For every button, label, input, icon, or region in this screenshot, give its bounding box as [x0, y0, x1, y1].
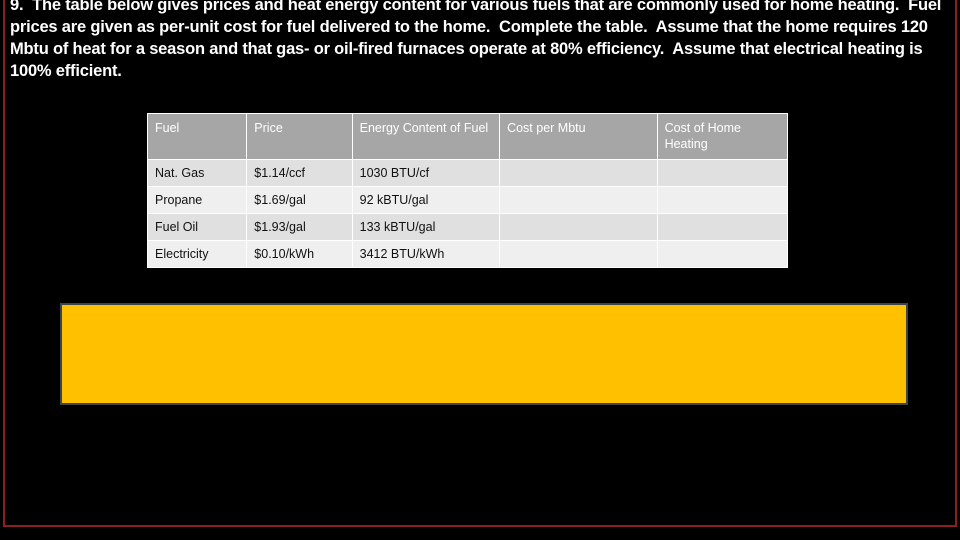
- cell-price: $0.10/kWh: [247, 241, 352, 267]
- cell-cost-of-home-heating[interactable]: [657, 160, 787, 186]
- cell-energy-content: 1030 BTU/cf: [352, 160, 500, 186]
- cell-fuel: Nat. Gas: [148, 160, 247, 186]
- table-row: Nat. Gas $1.14/ccf 1030 BTU/cf: [148, 160, 787, 186]
- cell-price: $1.93/gal: [247, 214, 352, 240]
- table-header-row: Fuel Price Energy Content of Fuel Cost p…: [148, 114, 787, 159]
- table-row: Electricity $0.10/kWh 3412 BTU/kWh: [148, 241, 787, 267]
- cell-cost-of-home-heating[interactable]: [657, 214, 787, 240]
- table-body: Nat. Gas $1.14/ccf 1030 BTU/cf Propane $…: [148, 160, 787, 267]
- cell-energy-content: 133 kBTU/gal: [352, 214, 500, 240]
- answer-work-area[interactable]: [60, 303, 908, 405]
- table-row: Fuel Oil $1.93/gal 133 kBTU/gal: [148, 214, 787, 240]
- cell-fuel: Fuel Oil: [148, 214, 247, 240]
- column-header-energy-content: Energy Content of Fuel: [352, 114, 500, 159]
- cell-cost-per-mbtu[interactable]: [500, 187, 657, 213]
- table-header: Fuel Price Energy Content of Fuel Cost p…: [148, 114, 787, 159]
- column-header-price: Price: [247, 114, 352, 159]
- cell-fuel: Electricity: [148, 241, 247, 267]
- cell-price: $1.14/ccf: [247, 160, 352, 186]
- cell-cost-per-mbtu[interactable]: [500, 214, 657, 240]
- cell-cost-of-home-heating[interactable]: [657, 187, 787, 213]
- column-header-fuel: Fuel: [148, 114, 247, 159]
- cell-energy-content: 92 kBTU/gal: [352, 187, 500, 213]
- column-header-cost-per-mbtu: Cost per Mbtu: [500, 114, 657, 159]
- cell-fuel: Propane: [148, 187, 247, 213]
- fuel-cost-table: Fuel Price Energy Content of Fuel Cost p…: [147, 113, 788, 268]
- column-header-cost-of-home-heating: Cost of Home Heating: [657, 114, 787, 159]
- cell-energy-content: 3412 BTU/kWh: [352, 241, 500, 267]
- table-row: Propane $1.69/gal 92 kBTU/gal: [148, 187, 787, 213]
- question-prompt-text: 9. The table below gives prices and heat…: [10, 0, 946, 80]
- cell-cost-of-home-heating[interactable]: [657, 241, 787, 267]
- cell-cost-per-mbtu[interactable]: [500, 241, 657, 267]
- cell-cost-per-mbtu[interactable]: [500, 160, 657, 186]
- cell-price: $1.69/gal: [247, 187, 352, 213]
